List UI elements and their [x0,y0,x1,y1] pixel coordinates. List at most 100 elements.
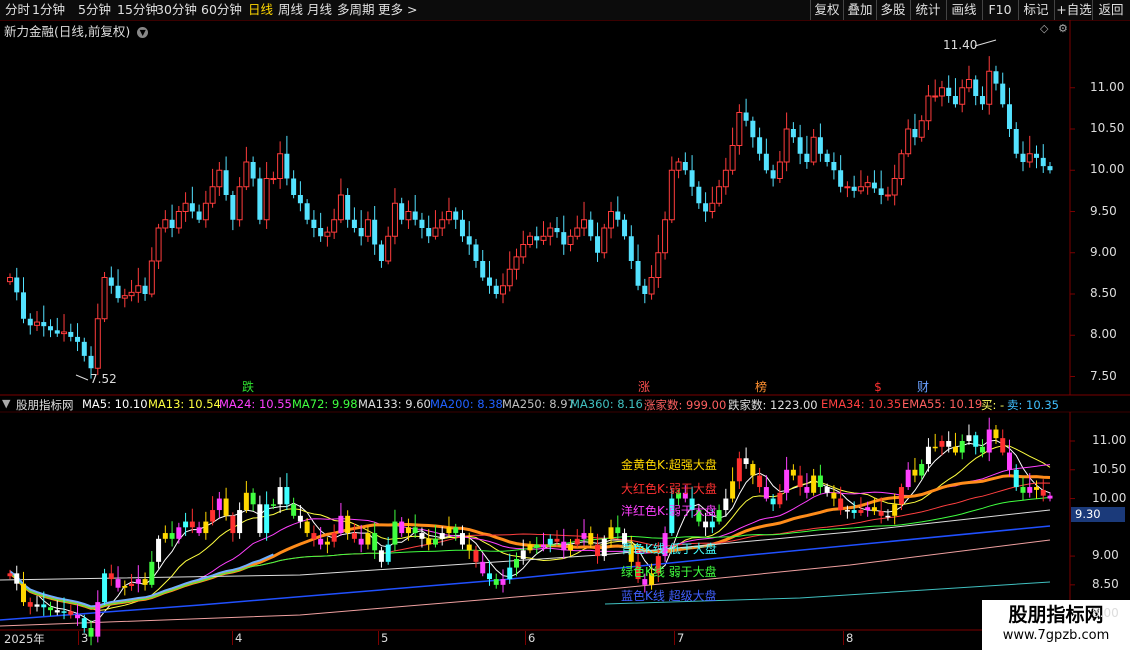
candle-body [250,162,256,179]
candle-body [453,211,459,220]
indicator-candle-body [372,533,378,551]
indicator-candle-body [581,533,587,539]
price-tick-5: 8.50 [1090,286,1117,300]
candle-body [729,145,736,171]
indicator-candle-body [41,604,47,608]
indicator-candle-body [61,611,67,613]
candle-body [108,277,114,286]
candle-body [581,219,588,229]
indicator-candle-body [574,538,580,545]
event-marker-2[interactable]: 榜 [753,380,769,394]
indicator-candle-body [851,510,857,513]
candle-body [554,228,560,233]
indicator-candle-body [1047,495,1053,499]
legend-item-12: 买: - [981,398,1005,412]
candle-body [419,219,425,228]
indicator-tick-2: 10.00 [1092,490,1127,505]
indicator-candle-body [1040,489,1046,496]
candle-body [385,235,392,262]
indicator-candle-body [1027,487,1033,493]
indicator-candle-body [149,561,155,585]
candle-body [757,137,763,154]
candle-body [864,182,871,188]
indicator-candle-body [784,469,790,493]
candle-body [175,211,182,229]
candle-body [567,235,574,245]
indicator-candle-body [169,533,175,539]
candle-body [642,285,648,294]
candle-body [345,195,351,220]
candle-body [979,96,985,105]
candle-body [426,228,432,237]
candle-body [810,136,817,163]
indicator-candle-body [237,510,243,534]
collapse-icon[interactable]: ▼ [2,397,10,410]
indicator-candle-body [892,504,898,516]
indicator-candle-body [703,521,709,528]
legend-item-6: MA250: 8.97 [502,397,575,411]
indicator-candle-body [338,515,344,534]
indicator-candle-body [135,579,141,584]
legend-item-3: MA72: 9.98 [292,397,358,411]
indicator-tick-3: 9.00 [1092,548,1119,563]
kline-chart-canvas[interactable] [0,0,1130,650]
indicator-candle-body [1000,438,1006,453]
candle-body [439,219,446,229]
candle-body [1013,129,1019,154]
annotation-2: 洋红色K:弱于大盘 [621,504,717,518]
indicator-candle-body [95,602,101,637]
event-marker-0[interactable]: 跌 [240,380,256,394]
event-marker-3[interactable]: $ [870,380,886,394]
candle-body [797,137,803,154]
candle-body [675,161,682,171]
candle-body [297,195,303,204]
candle-body [635,261,641,286]
date-label-3: 5 [378,631,388,645]
candle-body [973,79,979,96]
indicator-candle-body [959,441,965,453]
event-marker-1[interactable]: 涨 [636,380,652,394]
candle-body [189,203,195,212]
candle-body [561,232,567,245]
candle-body [499,285,506,295]
indicator-candle-body [365,533,371,545]
annotation-3: 青色K线:低于大盘 [621,542,717,556]
indicator-candle-body [291,504,297,516]
date-label-6: 8 [843,631,853,645]
candle-body [601,227,608,254]
indicator-candle-body [399,521,405,534]
candle-body [230,195,236,220]
date-label-2: 4 [232,631,242,645]
candle-body [169,219,175,228]
candle-body [804,153,810,162]
candle-body [540,235,547,241]
indicator-candle-body [351,533,357,539]
indicator-candle-body [979,446,985,453]
candle-body [391,202,398,237]
candle-body [993,71,999,84]
indicator-candle-body [615,527,621,534]
low-price-marker [75,374,89,381]
indicator-candle-body [297,515,303,522]
candle-body [243,161,250,188]
indicator-candle-body [1033,487,1039,490]
candle-body [946,87,952,96]
indicator-candle-body [932,446,938,449]
candle-body [965,79,972,89]
high-price-label: 11.40 [943,38,978,52]
candle-body [209,186,216,204]
candle-body [412,211,418,220]
annotation-4: 绿色K线 弱于大盘 [621,565,717,579]
indicator-candle-body [446,527,452,534]
candle-body [202,202,209,221]
price-tick-3: 9.50 [1090,203,1117,218]
candle-body [61,331,68,335]
candle-body [905,128,912,155]
event-marker-4[interactable]: 财 [915,380,931,394]
indicator-candle-body [595,544,601,557]
legend-item-0: MA5: 10.10 [82,397,148,411]
candle-body [182,202,189,212]
candle-body [648,277,655,295]
watermark-url: www.7gpzb.com [1002,628,1110,643]
candle-body [236,186,243,221]
